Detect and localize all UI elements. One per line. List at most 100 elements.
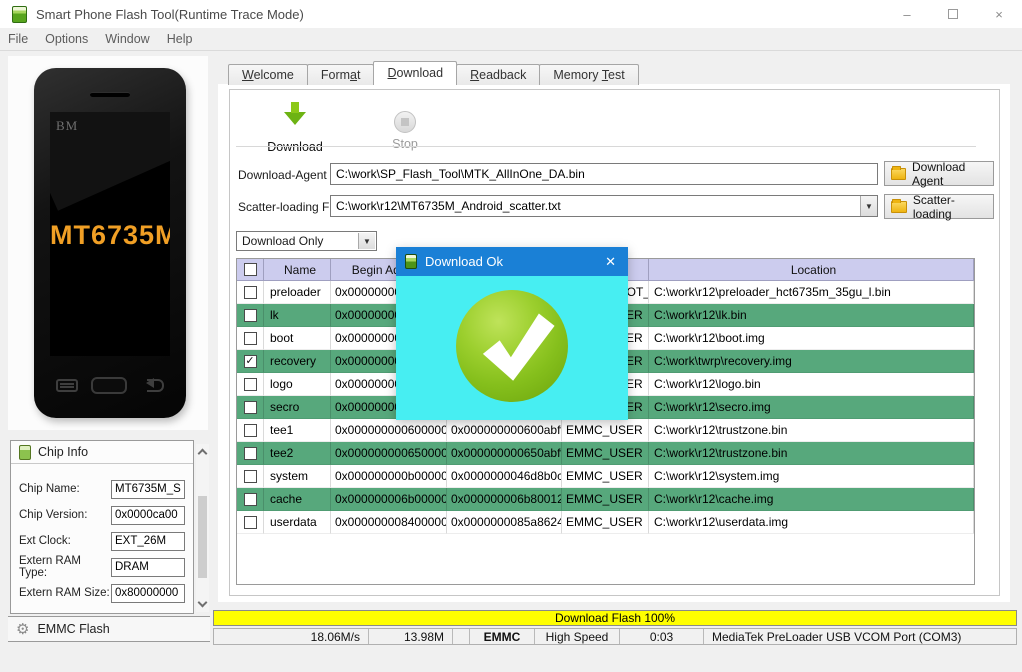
row-checkbox[interactable] bbox=[243, 446, 257, 460]
download-agent-browse-button[interactable]: Download Agent bbox=[884, 159, 994, 188]
partition-name: tee1 bbox=[264, 419, 331, 442]
scatter-loading-button[interactable]: Scatter-loading bbox=[884, 193, 994, 221]
location: C:\work\r12\logo.bin bbox=[649, 373, 974, 396]
mode-dropdown-icon[interactable]: ▼ bbox=[358, 233, 375, 249]
row-checkbox[interactable]: ✓ bbox=[243, 354, 257, 368]
end-address: 0x000000000600abff bbox=[447, 419, 562, 442]
partition-name: userdata bbox=[264, 511, 331, 534]
partition-name: boot bbox=[264, 327, 331, 350]
end-address: 0x000000006b80012f bbox=[447, 488, 562, 511]
chip-info-header[interactable]: Chip Info bbox=[11, 441, 193, 464]
chip-field-label: Ext Clock: bbox=[19, 535, 71, 547]
row-checkbox-cell[interactable] bbox=[237, 511, 264, 534]
scroll-thumb[interactable] bbox=[198, 496, 207, 578]
row-checkbox[interactable] bbox=[243, 285, 257, 299]
tab-memory-test[interactable]: Memory Test bbox=[539, 64, 639, 85]
begin-address: 0x0000000084000000 bbox=[331, 511, 447, 534]
download-agent-input[interactable] bbox=[330, 163, 878, 185]
phone-chip-label: MT6735M bbox=[50, 220, 170, 250]
row-checkbox-cell[interactable] bbox=[237, 304, 264, 327]
maximize-icon bbox=[948, 9, 958, 19]
row-checkbox-cell[interactable] bbox=[237, 396, 264, 419]
scatter-dropdown-icon[interactable]: ▼ bbox=[860, 196, 877, 216]
emmc-flash-label: EMMC Flash bbox=[37, 622, 110, 636]
menu-options[interactable]: Options bbox=[45, 32, 88, 46]
maximize-button[interactable] bbox=[930, 0, 976, 28]
dialog-close-icon[interactable]: ✕ bbox=[602, 254, 619, 270]
row-checkbox[interactable] bbox=[243, 423, 257, 437]
chip-info-scrollbar[interactable] bbox=[196, 444, 209, 612]
select-all-checkbox-cell[interactable] bbox=[237, 259, 264, 281]
tab-download[interactable]: Download bbox=[373, 61, 458, 85]
chip-info-row: Extern RAM Type: bbox=[11, 554, 193, 580]
row-checkbox[interactable] bbox=[243, 515, 257, 529]
region: EMMC_USER bbox=[562, 488, 649, 511]
scatter-file-combobox[interactable] bbox=[330, 195, 878, 217]
download-ok-dialog: Download Ok ✕ bbox=[396, 247, 628, 420]
row-checkbox[interactable] bbox=[243, 331, 257, 345]
progress-label: Download Flash 100% bbox=[554, 611, 676, 625]
phone-screen: BM MT6735M bbox=[50, 112, 170, 356]
status-cell bbox=[453, 629, 470, 644]
row-checkbox[interactable] bbox=[243, 400, 257, 414]
partition-name: tee2 bbox=[264, 442, 331, 465]
close-button[interactable]: × bbox=[976, 0, 1022, 28]
row-checkbox-cell[interactable]: ✓ bbox=[237, 350, 264, 373]
table-row: userdata 0x0000000084000000 0x0000000085a8… bbox=[237, 511, 974, 534]
chip-field-value[interactable] bbox=[111, 531, 185, 551]
end-address: 0x0000000046d8b0c3 bbox=[447, 465, 562, 488]
device-preview-panel: BM MT6735M bbox=[8, 56, 208, 430]
chip-field-value[interactable] bbox=[111, 505, 185, 525]
row-checkbox-cell[interactable] bbox=[237, 327, 264, 350]
partition-name: cache bbox=[264, 488, 331, 511]
menu-window[interactable]: Window bbox=[105, 32, 149, 46]
location: C:\work\r12\userdata.img bbox=[649, 511, 974, 534]
row-checkbox[interactable] bbox=[243, 377, 257, 391]
location: C:\work\r12\boot.img bbox=[649, 327, 974, 350]
select-all-checkbox[interactable] bbox=[243, 263, 257, 276]
menu-help[interactable]: Help bbox=[167, 32, 193, 46]
dialog-title-bar[interactable]: Download Ok ✕ bbox=[396, 247, 628, 276]
chip-info-fields: Chip Name: Chip Version: Ext Clock: Extern … bbox=[11, 464, 193, 606]
tab-welcome[interactable]: Welcome bbox=[228, 64, 308, 85]
chip-field-value[interactable] bbox=[111, 479, 185, 499]
emmc-flash-section[interactable]: ⚙ EMMC Flash bbox=[8, 616, 210, 642]
row-checkbox[interactable] bbox=[243, 469, 257, 483]
location: C:\work\r12\secro.img bbox=[649, 396, 974, 419]
home-key-icon bbox=[91, 376, 127, 394]
minimize-button[interactable]: – bbox=[884, 0, 930, 28]
download-agent-button-label: Download Agent bbox=[911, 159, 966, 188]
column-header-location[interactable]: Location bbox=[649, 259, 974, 281]
column-header-name[interactable]: Name bbox=[264, 259, 331, 281]
tab-readback[interactable]: Readback bbox=[456, 64, 541, 85]
menu-file[interactable]: File bbox=[8, 32, 28, 46]
folder-icon bbox=[891, 198, 907, 213]
tab-format[interactable]: Format bbox=[306, 64, 375, 85]
chip-info-row: Chip Version: bbox=[11, 502, 193, 528]
row-checkbox-cell[interactable] bbox=[237, 281, 264, 304]
row-checkbox-cell[interactable] bbox=[237, 419, 264, 442]
location: C:\work\twrp\recovery.img bbox=[649, 350, 974, 373]
row-checkbox[interactable] bbox=[243, 308, 257, 322]
status-cell: MediaTek PreLoader USB VCOM Port (COM3) bbox=[712, 629, 962, 644]
chip-field-value[interactable] bbox=[111, 583, 185, 603]
row-checkbox-cell[interactable] bbox=[237, 488, 264, 511]
menu-bar: File Options Window Help bbox=[0, 28, 1022, 51]
end-address: 0x0000000085a8624f bbox=[447, 511, 562, 534]
scroll-up-icon[interactable] bbox=[197, 448, 208, 459]
chip-field-value[interactable] bbox=[111, 557, 185, 577]
title-bar: Smart Phone Flash Tool(Runtime Trace Mod… bbox=[0, 0, 1022, 28]
row-checkbox-cell[interactable] bbox=[237, 442, 264, 465]
chip-info-icon bbox=[19, 444, 31, 460]
phone-brand-label: BM bbox=[56, 118, 79, 133]
stop-button[interactable]: Stop bbox=[370, 100, 440, 151]
row-checkbox[interactable] bbox=[243, 492, 257, 506]
row-checkbox-cell[interactable] bbox=[237, 465, 264, 488]
row-checkbox-cell[interactable] bbox=[237, 373, 264, 396]
stop-button-label: Stop bbox=[392, 137, 418, 151]
dialog-app-icon bbox=[405, 254, 417, 269]
download-button-label: Download bbox=[267, 140, 323, 154]
chip-field-label: Chip Version: bbox=[19, 509, 88, 521]
download-mode-combobox[interactable]: Download Only ▼ bbox=[236, 231, 377, 251]
scroll-down-icon[interactable] bbox=[197, 597, 208, 608]
